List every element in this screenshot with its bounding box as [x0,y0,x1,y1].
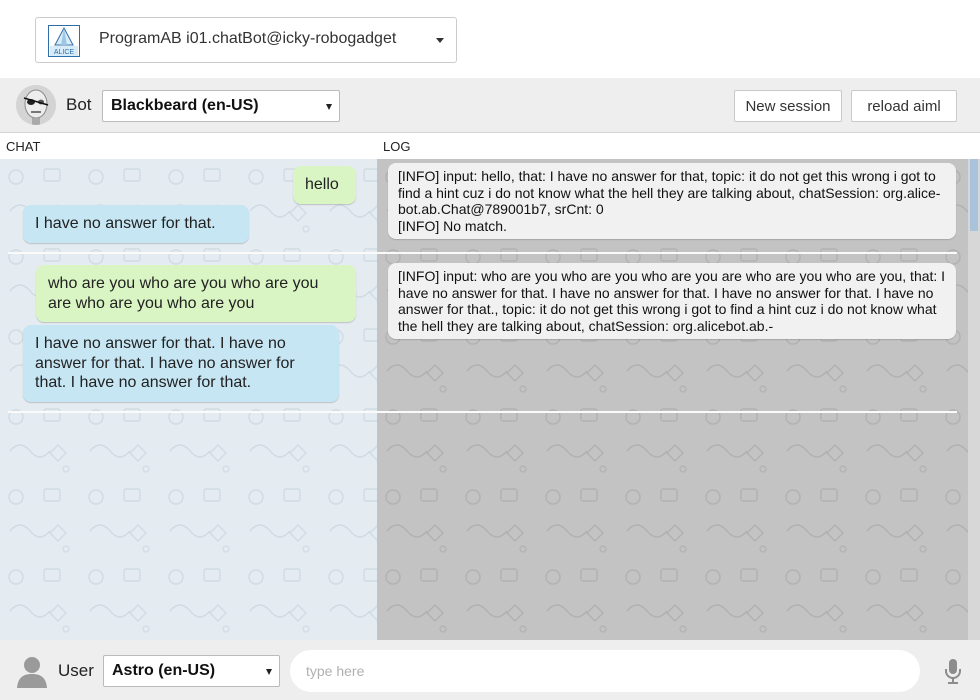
log-panel[interactable]: [INFO] input: hello, that: I have no ans… [377,159,980,640]
program-label: ProgramAB i01.chatBot@icky-robogadget [99,30,397,47]
bot-label: Bot [66,95,92,114]
log-line: [INFO] No match. [398,217,507,234]
robot-avatar-icon [16,85,56,125]
chat-header: CHAT [0,133,377,159]
log-line: [INFO] input: hello, that: I have no ans… [398,168,941,217]
scrollbar-thumb[interactable] [970,159,978,231]
caret-down-icon [326,104,332,110]
user-select-value: Astro (en-US) [112,662,216,679]
log-scrollbar[interactable] [968,159,980,640]
user-bar: User Astro (en-US) [0,640,980,700]
bot-select[interactable]: Blackbeard (en-US) [102,90,340,122]
bot-select-value: Blackbeard (en-US) [111,97,259,114]
log-line: [INFO] input: who are you who are you wh… [398,268,946,334]
alice-logo-icon: ALICE [48,25,80,57]
exchange-divider [8,252,377,254]
user-message: who are you who are you who are you are … [36,265,356,322]
log-entry: [INFO] input: who are you who are you wh… [388,263,956,339]
new-session-button[interactable]: New session [734,90,842,122]
program-select[interactable]: ALICE ProgramAB i01.chatBot@icky-robogad… [35,17,457,63]
log-header: LOG [377,133,980,159]
chat-panel[interactable]: hello I have no answer for that. who are… [0,159,377,640]
microphone-icon[interactable] [944,658,962,684]
caret-down-icon [436,38,444,43]
bot-message: I have no answer for that. [23,205,249,243]
reload-aiml-button[interactable]: reload aiml [851,90,957,122]
bot-bar: Bot Blackbeard (en-US) New session reloa… [0,78,980,133]
bot-message: I have no answer for that. I have no ans… [23,325,339,402]
exchange-divider [377,411,957,413]
program-bar: ALICE ProgramAB i01.chatBot@icky-robogad… [0,0,980,78]
logo-text: ALICE [54,49,75,56]
message-input[interactable] [290,650,920,692]
user-silhouette-icon [17,657,47,688]
exchange-divider [8,411,377,413]
log-entry: [INFO] input: hello, that: I have no ans… [388,163,956,239]
user-message: hello [293,166,356,204]
user-label: User [58,661,94,680]
user-select[interactable]: Astro (en-US) [103,655,280,687]
exchange-divider [377,252,957,254]
caret-down-icon [266,669,272,675]
